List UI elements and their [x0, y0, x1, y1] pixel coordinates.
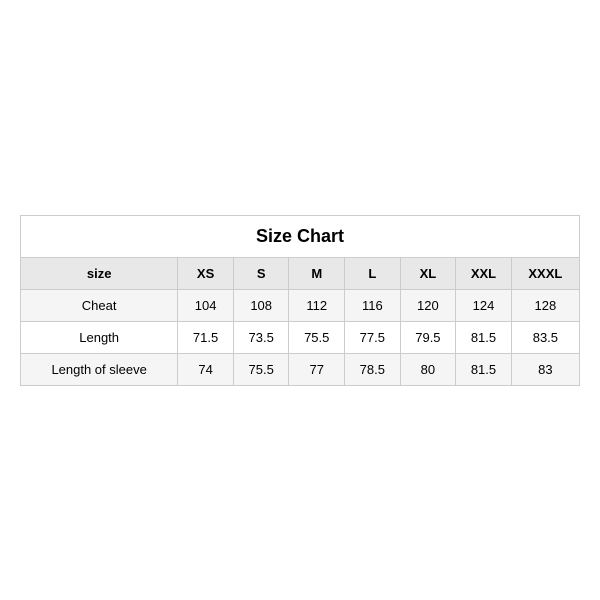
- col-header-l: L: [345, 257, 401, 289]
- table-cell: 80: [400, 353, 456, 385]
- title-row: Size Chart: [21, 215, 580, 257]
- table-cell: 81.5: [456, 321, 512, 353]
- table-cell: 81.5: [456, 353, 512, 385]
- table-cell: 104: [178, 289, 234, 321]
- table-cell: 79.5: [400, 321, 456, 353]
- table-cell: 83: [511, 353, 579, 385]
- table-cell: 74: [178, 353, 234, 385]
- table-cell: 108: [233, 289, 289, 321]
- table-title: Size Chart: [21, 215, 580, 257]
- table-cell: 116: [345, 289, 401, 321]
- table-cell: 71.5: [178, 321, 234, 353]
- col-header-xs: XS: [178, 257, 234, 289]
- table-cell: 112: [289, 289, 345, 321]
- table-cell: 120: [400, 289, 456, 321]
- table-row: Length of sleeve7475.57778.58081.583: [21, 353, 580, 385]
- row-label: Length: [21, 321, 178, 353]
- table-cell: 75.5: [289, 321, 345, 353]
- col-header-xl: XL: [400, 257, 456, 289]
- col-header-xxl: XXL: [456, 257, 512, 289]
- table-row: Cheat104108112116120124128: [21, 289, 580, 321]
- col-header-s: S: [233, 257, 289, 289]
- col-header-size: size: [21, 257, 178, 289]
- table-body: Cheat104108112116120124128Length71.573.5…: [21, 289, 580, 385]
- size-chart-container: Size Chart size XS S M L XL XXL XXXL Che…: [20, 215, 580, 386]
- size-chart-table: Size Chart size XS S M L XL XXL XXXL Che…: [20, 215, 580, 386]
- table-cell: 124: [456, 289, 512, 321]
- table-cell: 73.5: [233, 321, 289, 353]
- table-cell: 75.5: [233, 353, 289, 385]
- row-label: Cheat: [21, 289, 178, 321]
- table-cell: 77: [289, 353, 345, 385]
- col-header-xxxl: XXXL: [511, 257, 579, 289]
- table-cell: 128: [511, 289, 579, 321]
- header-row: size XS S M L XL XXL XXXL: [21, 257, 580, 289]
- table-cell: 77.5: [345, 321, 401, 353]
- row-label: Length of sleeve: [21, 353, 178, 385]
- table-row: Length71.573.575.577.579.581.583.5: [21, 321, 580, 353]
- table-cell: 78.5: [345, 353, 401, 385]
- table-cell: 83.5: [511, 321, 579, 353]
- col-header-m: M: [289, 257, 345, 289]
